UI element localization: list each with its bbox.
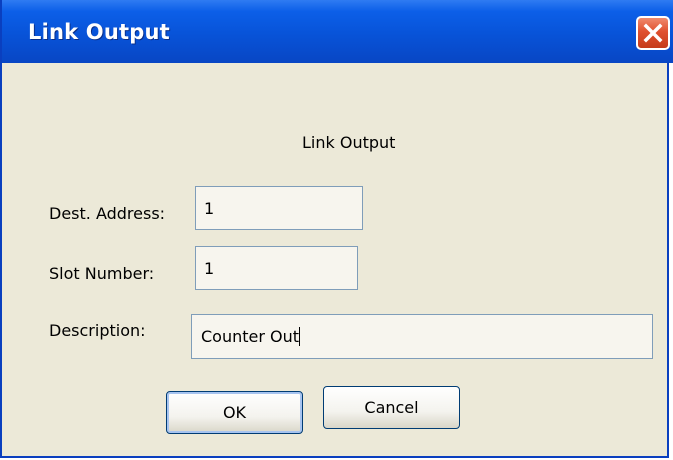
dest-address-label: Dest. Address: [49,204,166,223]
cancel-button[interactable]: Cancel [323,386,460,429]
description-value: Counter Out [201,327,300,346]
text-caret [299,327,301,346]
close-button[interactable] [636,16,670,50]
form-heading: Link Output [302,133,396,152]
close-icon [643,23,663,43]
slot-number-label: Slot Number: [49,264,155,283]
slot-number-field[interactable]: 1 [195,246,358,290]
description-field[interactable]: Counter Out [191,314,653,359]
cancel-button-label: Cancel [364,398,419,417]
ok-button[interactable]: OK [166,391,303,434]
window-title: Link Output [28,20,170,44]
ok-button-label: OK [222,403,247,422]
link-output-dialog: Link Output Link Output Dest. Address: 1… [0,0,673,458]
dest-address-field[interactable]: 1 [195,186,363,230]
title-bar[interactable]: Link Output [2,0,673,63]
description-label: Description: [49,321,146,340]
dest-address-value: 1 [204,199,215,218]
description-text-wrap: Counter Out [201,327,301,346]
slot-number-value: 1 [204,259,215,278]
